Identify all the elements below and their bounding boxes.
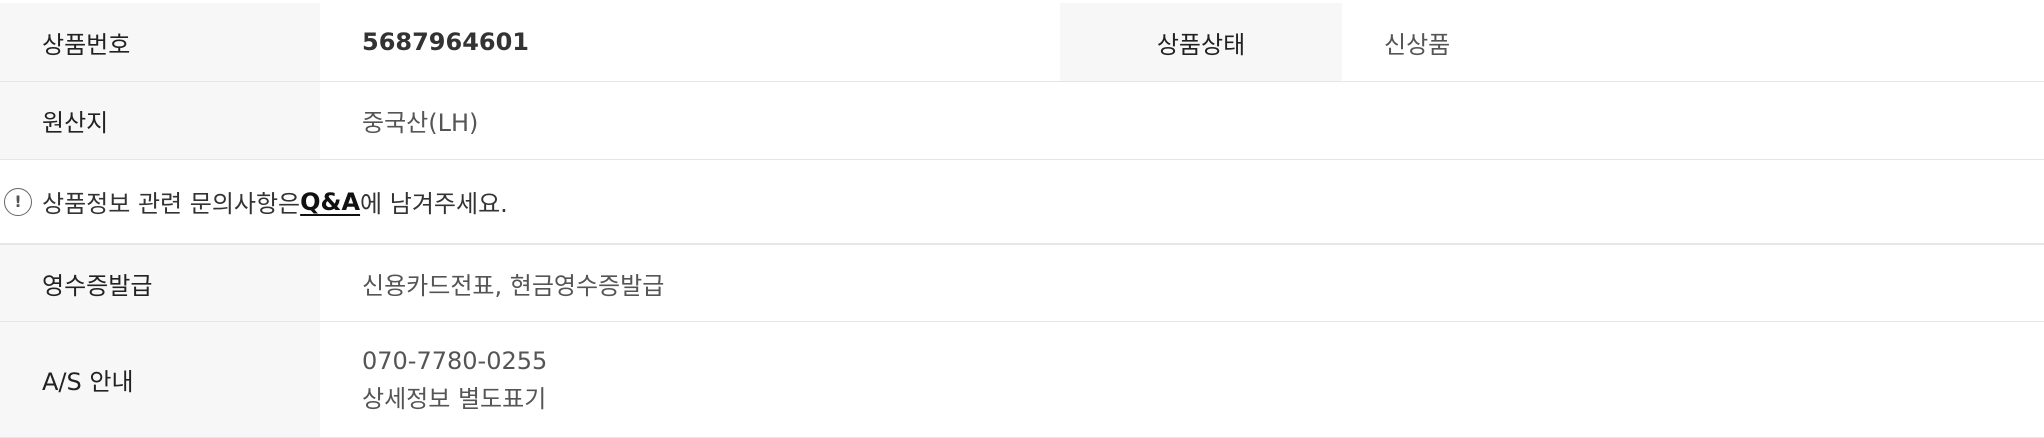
product-number-row: 상품번호 5687964601 상품상태 신상품	[0, 3, 2044, 82]
product-number-value: 5687964601	[320, 3, 1060, 81]
product-status-value: 신상품	[1342, 3, 2044, 81]
product-status-label: 상품상태	[1060, 3, 1342, 81]
qa-link[interactable]: Q&A	[300, 188, 360, 216]
as-info-label: A/S 안내	[0, 322, 320, 437]
inquiry-notice: ! 상품정보 관련 문의사항은 Q&A 에 남겨주세요.	[0, 160, 2044, 244]
origin-row: 원산지 중국산(LH)	[0, 82, 2044, 160]
receipt-label: 영수증발급	[0, 245, 320, 321]
exclamation-circle-icon: !	[4, 187, 32, 216]
product-info-table: 상품번호 5687964601 상품상태 신상품 원산지 중국산(LH) ! 상…	[0, 0, 2044, 438]
product-number-label: 상품번호	[0, 3, 320, 81]
as-detail-text: 상세정보 별도표기	[362, 384, 547, 413]
as-info-row: A/S 안내 070-7780-0255 상세정보 별도표기	[0, 322, 2044, 438]
origin-label: 원산지	[0, 82, 320, 159]
as-phone-number: 070-7780-0255	[362, 346, 548, 375]
receipt-value: 신용카드전표, 현금영수증발급	[320, 245, 2044, 321]
origin-value: 중국산(LH)	[320, 82, 2044, 159]
notice-suffix-text: 에 남겨주세요.	[360, 190, 508, 218]
receipt-row: 영수증발급 신용카드전표, 현금영수증발급	[0, 244, 2044, 322]
as-info-value: 070-7780-0255 상세정보 별도표기	[320, 322, 2044, 437]
notice-prefix-text: 상품정보 관련 문의사항은	[42, 190, 301, 218]
